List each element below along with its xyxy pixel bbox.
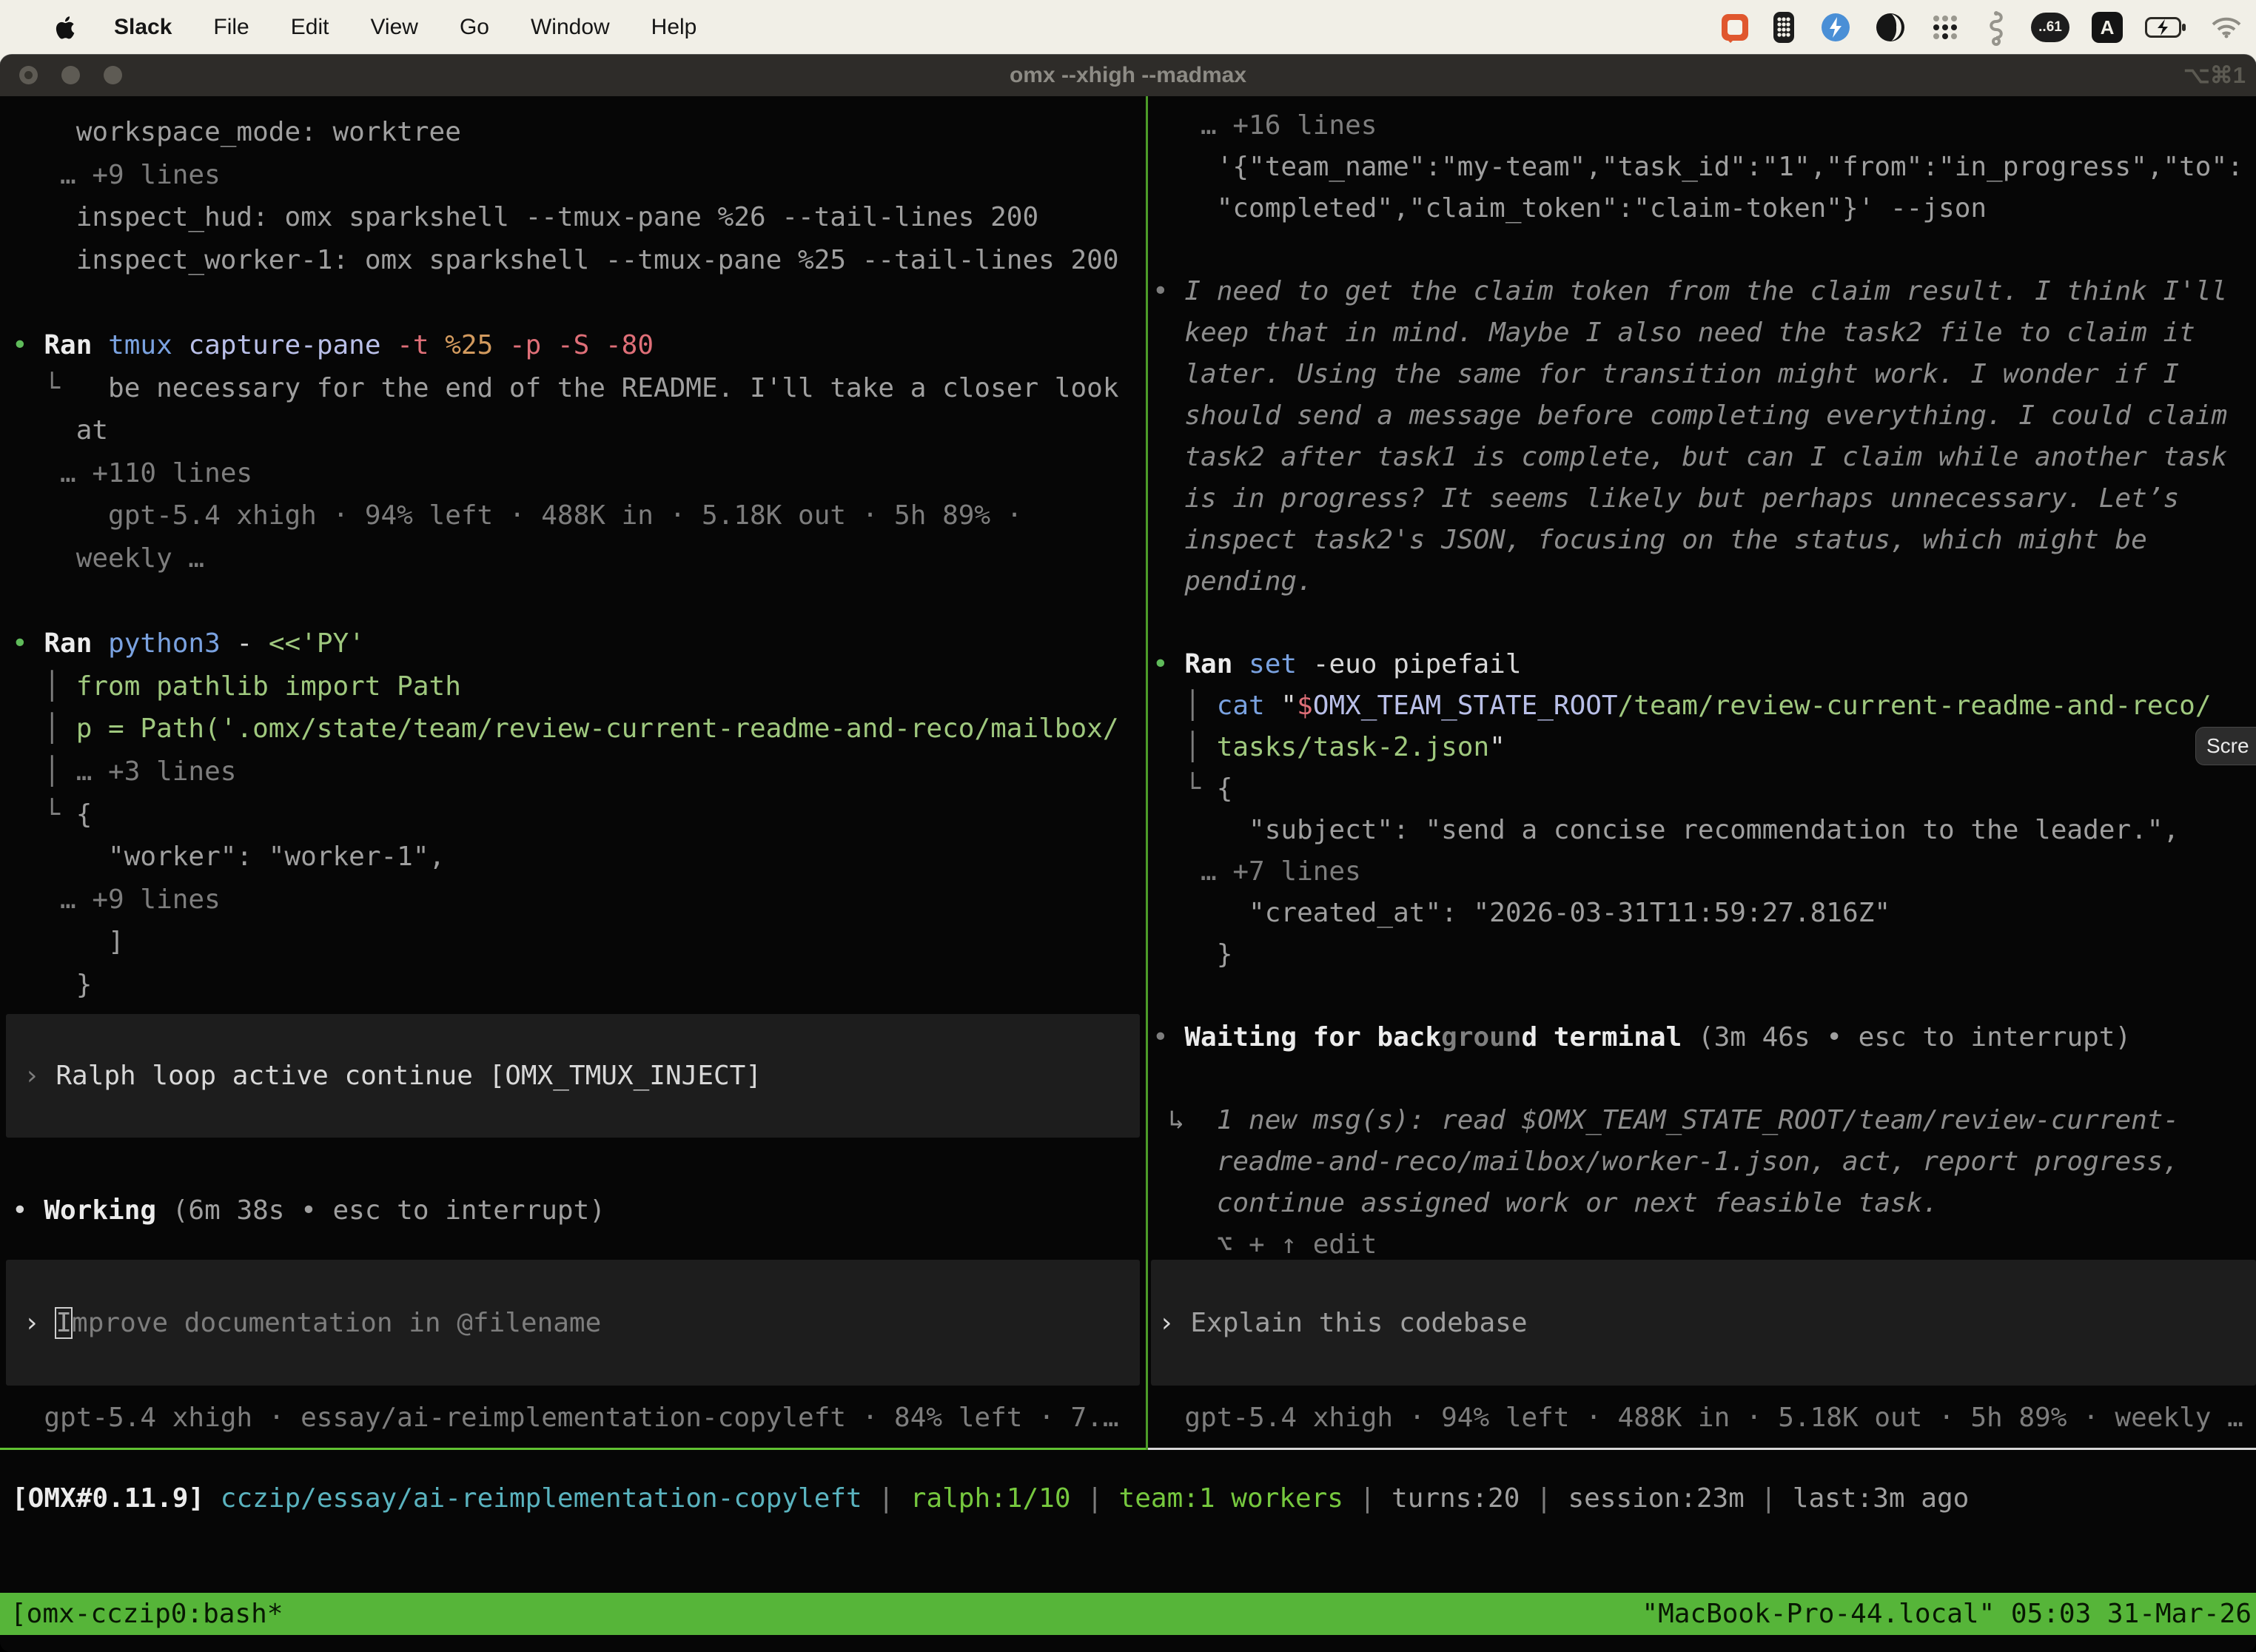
pane-left[interactable]: workspace_mode: worktree … +9 lines insp…: [0, 96, 1146, 1450]
terminal-window: omx --xhigh --madmax ⌥⌘1 workspace_mode:…: [0, 55, 2256, 1652]
badge-count: ..61: [2031, 13, 2069, 42]
pane-border-left: [0, 1448, 1146, 1450]
squiggle-icon[interactable]: [1984, 9, 2009, 46]
tmux-host-clock: "MacBook-Pro-44.local" 05:03 31-Mar-26: [1642, 1599, 2252, 1629]
working-status-left: • Working (6m 38s • esc to interrupt): [0, 1189, 1146, 1232]
menu-item-help[interactable]: Help: [651, 15, 697, 39]
window-titlebar[interactable]: omx --xhigh --madmax ⌥⌘1: [0, 55, 2256, 96]
keypad-icon[interactable]: [1770, 9, 1797, 46]
terminal-content: workspace_mode: worktree … +9 lines insp…: [0, 96, 2256, 1652]
omx-status-line: [OMX#0.11.9] cczip/essay/ai-reimplementa…: [12, 1477, 1969, 1520]
pane-border-right: [1148, 1448, 2256, 1450]
tmux-status-bar: [omx-cczip0:bash* "MacBook-Pro-44.local"…: [0, 1593, 2256, 1635]
battery-icon[interactable]: [2145, 9, 2188, 46]
dots-grid-icon[interactable]: [1929, 9, 1961, 46]
spark-bolt-icon[interactable]: [1819, 9, 1852, 46]
tmux-session-label[interactable]: [omx-cczip0:bash*: [10, 1599, 283, 1629]
prompt-input-left[interactable]: › Improve documentation in @filename: [6, 1260, 1140, 1386]
terminal-output-right: … +16 lines '{"team_name":"my-team","tas…: [1148, 105, 2256, 1266]
a-app-label: A: [2092, 12, 2123, 43]
screenshot-toast[interactable]: Scre: [2195, 727, 2256, 765]
menu-item-edit[interactable]: Edit: [291, 15, 329, 39]
menu-item-window[interactable]: Window: [531, 15, 610, 39]
inject-banner-left[interactable]: › Ralph loop active continue [OMX_TMUX_I…: [6, 1014, 1140, 1138]
menu-status-icons: ..61 A: [1699, 0, 2243, 55]
window-shortcut-hint: ⌥⌘1: [2183, 55, 2246, 96]
menu-item-file[interactable]: File: [213, 15, 249, 39]
menu-item-app[interactable]: Slack: [114, 15, 172, 40]
wifi-icon[interactable]: [2210, 9, 2243, 46]
menu-item-go[interactable]: Go: [460, 15, 489, 39]
model-status-left: gpt-5.4 xhigh · essay/ai-reimplementatio…: [0, 1397, 1119, 1440]
screen: Slack File Edit View Go Window Help: [0, 0, 2256, 1652]
text-cursor: I: [56, 1308, 72, 1338]
menu-item-view[interactable]: View: [370, 15, 417, 39]
menu-items: File Edit View Go Window Help: [172, 15, 696, 40]
hey-app-icon[interactable]: [1722, 9, 1748, 46]
crescent-icon[interactable]: [1874, 9, 1907, 46]
count-badge-icon[interactable]: ..61: [2031, 9, 2069, 46]
a-app-icon[interactable]: A: [2092, 9, 2123, 46]
window-title: omx --xhigh --madmax: [0, 55, 2256, 96]
apple-menu-icon[interactable]: [53, 14, 75, 41]
terminal-output-left: workspace_mode: worktree … +9 lines insp…: [0, 111, 1146, 1006]
pane-right[interactable]: … +16 lines '{"team_name":"my-team","tas…: [1148, 96, 2256, 1450]
prompt-input-right[interactable]: › Explain this codebase: [1151, 1260, 2256, 1386]
model-status-right: gpt-5.4 xhigh · 94% left · 488K in · 5.1…: [1148, 1397, 2243, 1440]
